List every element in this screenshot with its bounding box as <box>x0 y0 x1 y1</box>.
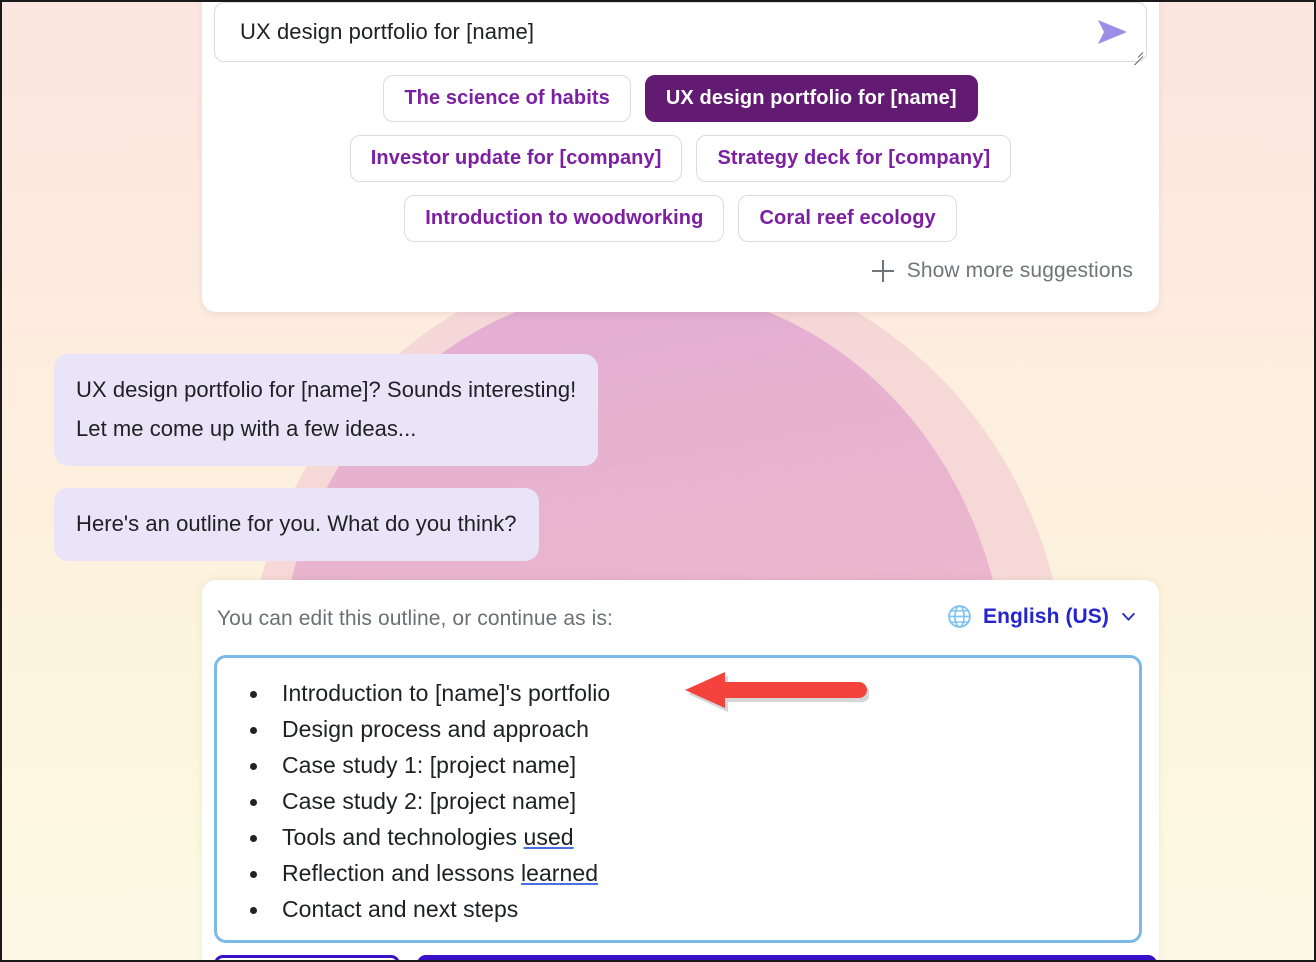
topic-composer[interactable]: UX design portfolio for [name] <box>214 2 1147 66</box>
outline-list: Introduction to [name]'s portfolio Desig… <box>217 675 1139 927</box>
send-paper-plane-icon[interactable] <box>1096 17 1130 47</box>
outline-item-text: Contact and next steps <box>282 896 519 922</box>
outline-item-text: Case study 2: [project name] <box>282 788 577 814</box>
suggestions-card: UX design portfolio for [name] The scien… <box>202 2 1159 312</box>
app-screen: UX design portfolio for [name] The scien… <box>0 0 1316 962</box>
textarea-resize-handle[interactable] <box>1130 46 1144 66</box>
outline-panel-header: You can edit this outline, or continue a… <box>202 580 1159 652</box>
outline-item-text: Reflection and lessons <box>282 860 521 886</box>
outline-item-text: Tools and technologies <box>282 824 524 850</box>
assistant-message-bubble: UX design portfolio for [name]? Sounds i… <box>54 354 599 466</box>
globe-icon <box>948 605 971 628</box>
language-selector[interactable]: English (US) <box>947 604 1137 629</box>
assistant-message-bubble: Here's an outline for you. What do you t… <box>54 488 539 561</box>
outline-item-text: Case study 1: [project name] <box>282 752 577 778</box>
outline-item[interactable]: Case study 2: [project name] <box>217 783 1139 819</box>
back-button[interactable]: Back <box>214 955 400 960</box>
outline-editor-textarea[interactable]: Introduction to [name]'s portfolio Desig… <box>214 655 1142 943</box>
language-label: English (US) <box>982 604 1109 628</box>
misspelled-word: used <box>523 824 574 850</box>
topic-input-value[interactable]: UX design portfolio for [name] <box>240 19 534 45</box>
misspelled-word: learned <box>520 860 599 886</box>
suggestion-row-2: Introduction to woodworking Coral reef e… <box>214 195 1147 242</box>
suggestion-chip-selected[interactable]: UX design portfolio for [name] <box>644 75 978 122</box>
outline-item[interactable]: Case study 1: [project name] <box>217 747 1139 783</box>
show-more-label: Show more suggestions <box>906 259 1133 282</box>
outline-item[interactable]: Tools and technologies used <box>217 819 1139 855</box>
outline-item[interactable]: Reflection and lessons learned <box>217 855 1139 891</box>
suggestion-chip[interactable]: Coral reef ecology <box>738 195 957 242</box>
show-more-suggestions-button[interactable]: Show more suggestions <box>871 259 1133 283</box>
suggestion-chip[interactable]: Investor update for [company] <box>349 135 683 182</box>
outline-item[interactable]: Design process and approach <box>217 711 1139 747</box>
suggestion-chip[interactable]: Strategy deck for [company] <box>696 135 1012 182</box>
chevron-down-icon[interactable] <box>1120 608 1137 625</box>
suggestion-chip[interactable]: The science of habits <box>383 75 631 122</box>
outline-panel: You can edit this outline, or continue a… <box>202 580 1159 960</box>
outline-item-text: Introduction to [name]'s portfolio <box>282 680 611 706</box>
plus-icon <box>871 260 894 282</box>
suggestion-chip[interactable]: Introduction to woodworking <box>404 195 725 242</box>
outline-item[interactable]: Contact and next steps <box>217 891 1139 927</box>
suggestion-row-0: The science of habits UX design portfoli… <box>214 75 1147 122</box>
suggestion-row-1: Investor update for [company] Strategy d… <box>214 135 1147 182</box>
outline-item[interactable]: Introduction to [name]'s portfolio <box>217 675 1139 711</box>
outline-item-text: Design process and approach <box>282 716 589 742</box>
outline-action-bar: Back Continue <box>214 955 1157 960</box>
continue-button[interactable]: Continue <box>417 955 1157 960</box>
outline-hint-text: You can edit this outline, or continue a… <box>217 607 613 630</box>
